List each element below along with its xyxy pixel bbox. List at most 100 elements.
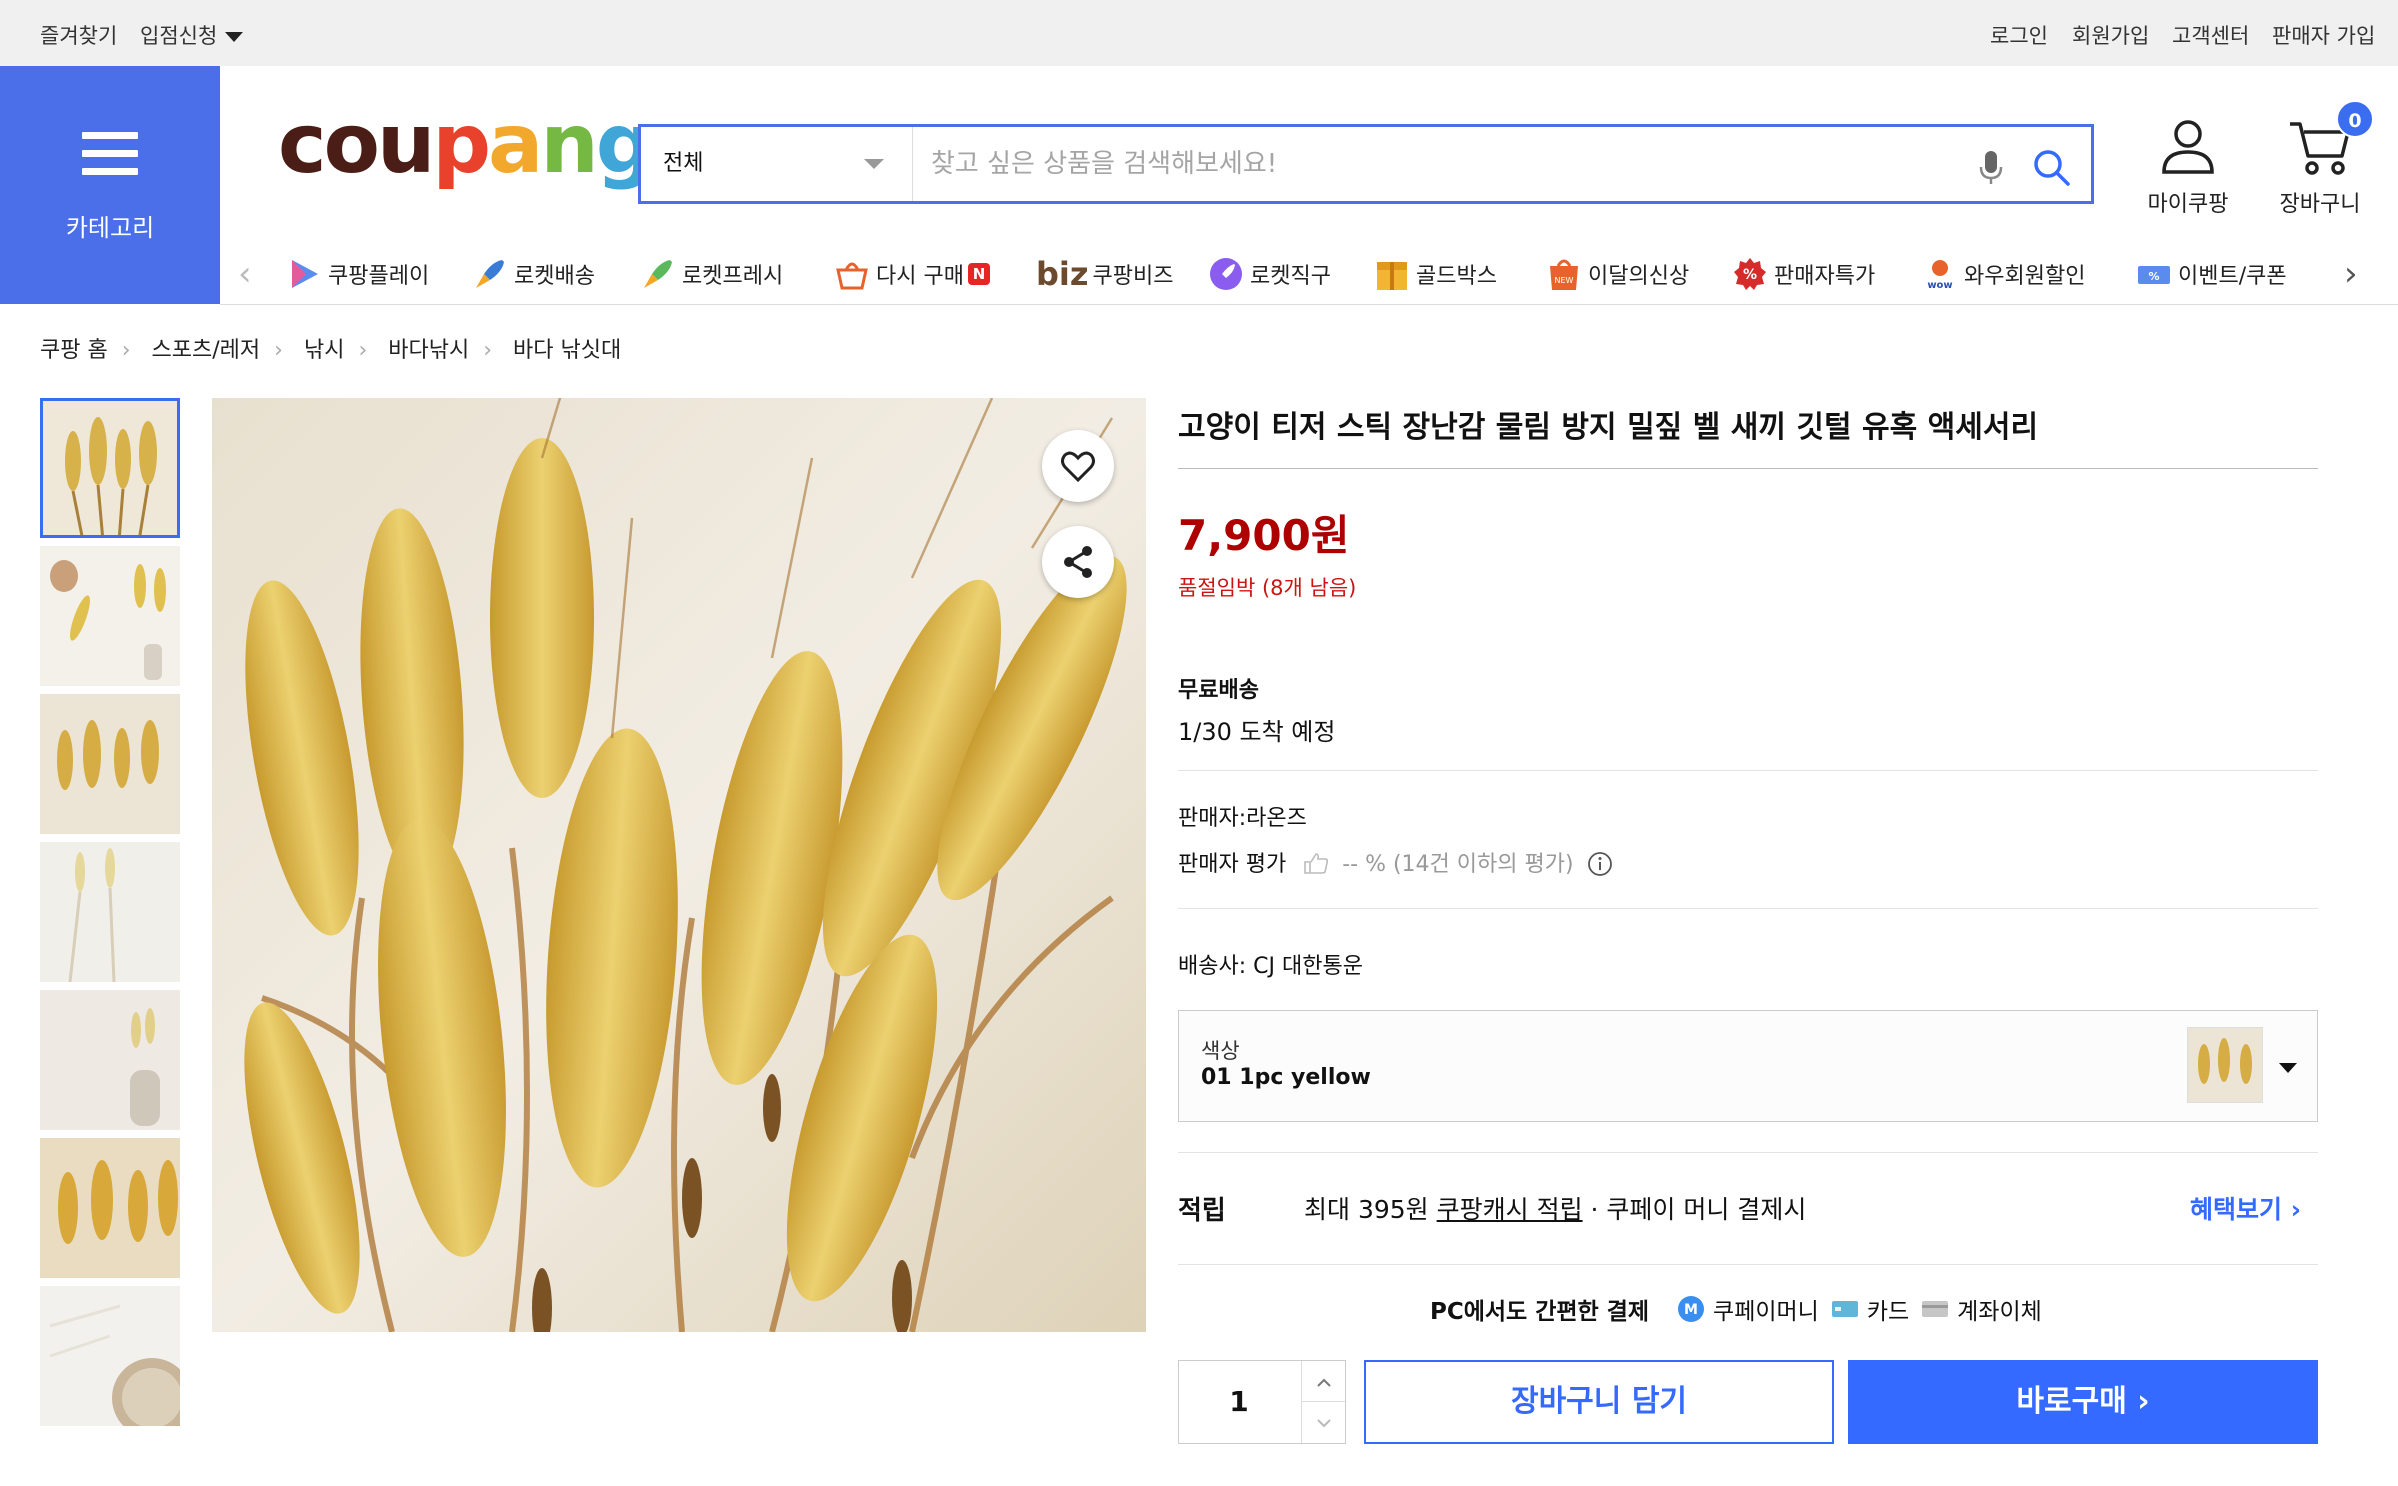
wishlist-button[interactable] <box>1042 430 1114 502</box>
seller-signup-link[interactable]: 판매자 가입 <box>2272 20 2375 50</box>
caret-down-icon <box>225 32 244 42</box>
nav-item-label: 로켓프레시 <box>682 264 784 289</box>
thumbs-up-icon <box>1304 853 1329 874</box>
breadcrumb-item[interactable]: 스포츠/레저 <box>152 338 261 363</box>
product-thumbnail[interactable] <box>40 1286 180 1426</box>
signup-link[interactable]: 회원가입 <box>2072 20 2149 50</box>
rocket-icon <box>476 260 504 288</box>
breadcrumb-item[interactable]: 바다 낚싯대 <box>513 338 621 363</box>
quantity-value[interactable]: 1 <box>1179 1361 1299 1443</box>
nav-item-new-arrivals[interactable]: NEW 이달의신상 <box>1546 254 1689 294</box>
partner-menu[interactable]: 입점신청 <box>140 20 244 50</box>
category-button[interactable]: 카테고리 <box>0 66 220 304</box>
search-category-select[interactable]: 전체 <box>641 127 913 201</box>
nav-item-rocket-delivery[interactable]: 로켓배송 <box>472 254 595 294</box>
view-benefits-link[interactable]: 혜택보기 › <box>2190 1190 2301 1226</box>
nav-item-label: 로켓직구 <box>1250 264 1331 289</box>
nav-item-label: 로켓배송 <box>514 264 595 289</box>
nav-item-label: 와우회원할인 <box>1964 264 2086 289</box>
nav-item-rocket-fresh[interactable]: 로켓프레시 <box>640 254 783 294</box>
nav-item-label: 이달의신상 <box>1588 264 1690 289</box>
quantity-increase-button[interactable] <box>1301 1361 1345 1402</box>
product-thumbnail[interactable] <box>40 842 180 982</box>
nav-item-coupang-biz[interactable]: biz 쿠팡비즈 <box>1036 254 1173 294</box>
goldbox-icon <box>1377 262 1407 290</box>
divider <box>1178 1264 2318 1265</box>
nav-item-seller-deal[interactable]: % 판매자특가 <box>1732 254 1875 294</box>
favorites-link[interactable]: 즐겨찾기 <box>40 20 117 50</box>
payment-methods: PC에서도 간편한 결제 M 쿠페이머니 카드 계좌이체 <box>1430 1292 2042 1326</box>
rating-value: -- % (14건 이하의 평가) <box>1342 852 1574 877</box>
nav-item-wow-discount[interactable]: wow 와우회원할인 <box>1922 254 2085 294</box>
share-button[interactable] <box>1042 526 1114 598</box>
product-thumbnail[interactable] <box>40 1138 180 1278</box>
payment-card: 카드 <box>1866 1299 1910 1325</box>
reward-amount: 최대 395원 <box>1304 1195 1437 1224</box>
nav-divider <box>220 304 2398 305</box>
nav-item-rocket-global[interactable]: 로켓직구 <box>1208 254 1331 294</box>
payment-title: PC에서도 간편한 결제 <box>1430 1299 1650 1325</box>
product-thumbnail[interactable] <box>40 398 180 538</box>
breadcrumb-item[interactable]: 쿠팡 홈 <box>40 338 108 363</box>
quantity-stepper: 1 <box>1178 1360 1346 1444</box>
color-option-select[interactable]: 색상 01 1pc yellow <box>1178 1010 2318 1122</box>
new-icon: NEW <box>1550 259 1578 290</box>
category-nav-strip: ‹ 쿠팡플레이 로켓배송 로켓프레시 다시 구매 N biz 쿠팡비즈 로켓직구… <box>220 240 2398 304</box>
chevron-right-icon: › <box>358 338 368 363</box>
card-icon <box>1831 1301 1858 1317</box>
bank-transfer-icon <box>1922 1301 1949 1317</box>
product-thumbnail[interactable] <box>40 546 180 686</box>
option-label: 색상 <box>1201 1039 1240 1063</box>
svg-text:M: M <box>1684 1302 1698 1318</box>
chevron-down-icon <box>864 159 884 169</box>
buy-now-button[interactable]: 바로구매 › <box>1848 1360 2318 1444</box>
product-price: 7,900원 <box>1178 511 1350 560</box>
chevron-right-icon: › <box>121 338 131 363</box>
partner-label: 입점신청 <box>140 24 218 48</box>
breadcrumb-item[interactable]: 바다낚시 <box>388 338 469 363</box>
login-link[interactable]: 로그인 <box>1990 20 2048 50</box>
payment-bank: 계좌이체 <box>1957 1299 2042 1325</box>
search-bar: 전체 <box>638 124 2094 204</box>
coupang-cash-link[interactable]: 쿠팡캐시 적립 <box>1437 1195 1583 1224</box>
breadcrumb-item[interactable]: 낚시 <box>304 338 344 363</box>
seller-name[interactable]: 판매자:라온즈 <box>1178 800 1307 832</box>
payment-money: 쿠페이머니 <box>1713 1299 1819 1325</box>
logo-part: n <box>540 97 598 192</box>
nav-next-icon[interactable]: › <box>2344 254 2358 294</box>
logo-part: p <box>432 97 491 192</box>
microphone-icon[interactable] <box>1977 149 2005 185</box>
cart-label: 장바구니 <box>2279 192 2361 217</box>
nav-item-rebuy[interactable]: 다시 구매 N <box>834 254 990 294</box>
arrival-date: 1/30 도착 예정 <box>1178 718 1336 746</box>
share-icon <box>1064 546 1092 578</box>
hamburger-icon <box>82 132 138 176</box>
nav-prev-icon[interactable]: ‹ <box>238 254 252 294</box>
product-thumbnail[interactable] <box>40 990 180 1130</box>
breadcrumb: 쿠팡 홈 › 스포츠/레저 › 낚시 › 바다낚시 › 바다 낚싯대 <box>40 332 621 364</box>
nav-item-coupang-play[interactable]: 쿠팡플레이 <box>286 254 429 294</box>
search-icon[interactable] <box>2031 147 2071 187</box>
coupang-logo[interactable]: coupang <box>278 104 654 186</box>
product-thumbnail[interactable] <box>40 694 180 834</box>
product-main-image <box>212 398 1146 1332</box>
search-category-value: 전체 <box>663 151 704 176</box>
svg-text:%: % <box>1743 267 1757 283</box>
divider <box>1178 1152 2318 1153</box>
info-icon[interactable] <box>1587 851 1613 877</box>
nav-item-goldbox[interactable]: 골드박스 <box>1374 254 1497 294</box>
coupon-icon: % <box>2138 266 2170 284</box>
quantity-decrease-button[interactable] <box>1301 1402 1345 1443</box>
chevron-right-icon: › <box>274 338 283 363</box>
add-to-cart-button[interactable]: 장바구니 담기 <box>1364 1360 1834 1444</box>
chevron-down-icon <box>2279 1063 2297 1073</box>
cart-count-badge: 0 <box>2336 100 2374 138</box>
mycoupang-button[interactable]: 마이쿠팡 <box>2140 116 2236 218</box>
courier-info: 배송사: CJ 대한통운 <box>1178 954 1363 979</box>
user-icon <box>2162 120 2214 174</box>
rating-label: 판매자 평가 <box>1178 852 1287 877</box>
support-link[interactable]: 고객센터 <box>2172 20 2249 50</box>
nav-item-event-coupon[interactable]: % 이벤트/쿠폰 <box>2136 254 2287 294</box>
svg-text:wow: wow <box>1927 280 1952 291</box>
search-input[interactable] <box>931 141 1971 187</box>
